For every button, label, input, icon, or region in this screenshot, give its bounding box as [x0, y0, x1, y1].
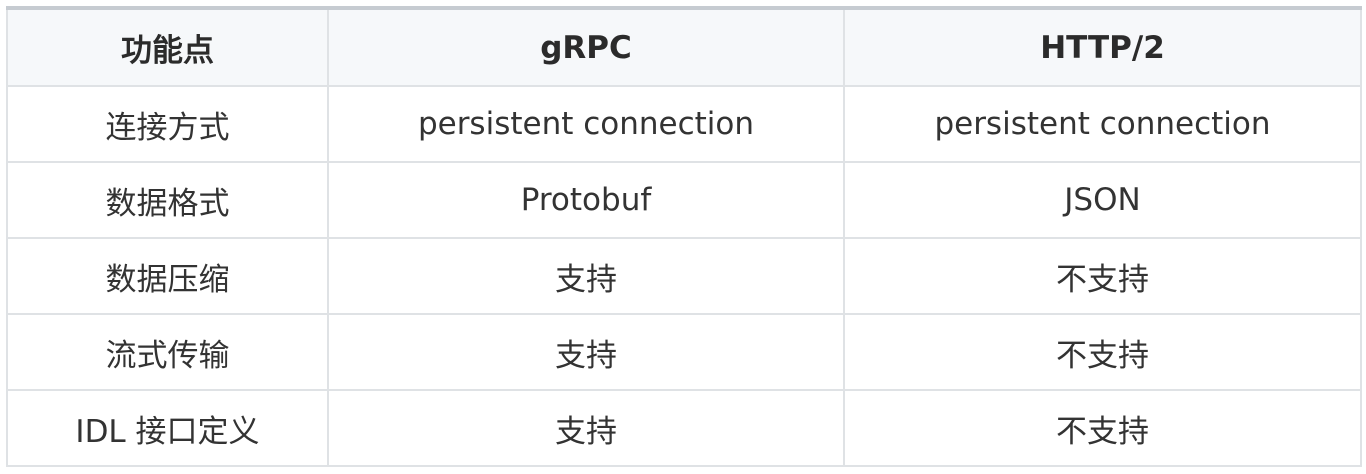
table-row: IDL 接口定义 支持 不支持 [6, 389, 1362, 467]
feature-cell: 数据压缩 [6, 237, 329, 315]
table-row: 数据压缩 支持 不支持 [6, 237, 1362, 315]
table-body: 连接方式 persistent connection persistent co… [6, 85, 1362, 467]
http2-cell: 不支持 [843, 313, 1362, 391]
grpc-cell: 支持 [327, 237, 845, 315]
comparison-table-container: 功能点 gRPC HTTP/2 连接方式 persistent connecti… [6, 6, 1362, 467]
comparison-table: 功能点 gRPC HTTP/2 连接方式 persistent connecti… [6, 6, 1362, 467]
header-grpc: gRPC [327, 6, 845, 87]
feature-cell: IDL 接口定义 [6, 389, 329, 467]
http2-cell: persistent connection [843, 85, 1362, 163]
header-feature: 功能点 [6, 6, 329, 87]
grpc-cell: 支持 [327, 389, 845, 467]
grpc-cell: 支持 [327, 313, 845, 391]
http2-cell: 不支持 [843, 237, 1362, 315]
table-header: 功能点 gRPC HTTP/2 [6, 6, 1362, 87]
http2-cell: JSON [843, 161, 1362, 239]
grpc-cell: Protobuf [327, 161, 845, 239]
table-row: 连接方式 persistent connection persistent co… [6, 85, 1362, 163]
table-row: 流式传输 支持 不支持 [6, 313, 1362, 391]
header-http2: HTTP/2 [843, 6, 1362, 87]
grpc-cell: persistent connection [327, 85, 845, 163]
feature-cell: 数据格式 [6, 161, 329, 239]
http2-cell: 不支持 [843, 389, 1362, 467]
feature-cell: 流式传输 [6, 313, 329, 391]
header-row: 功能点 gRPC HTTP/2 [6, 6, 1362, 87]
table-row: 数据格式 Protobuf JSON [6, 161, 1362, 239]
feature-cell: 连接方式 [6, 85, 329, 163]
